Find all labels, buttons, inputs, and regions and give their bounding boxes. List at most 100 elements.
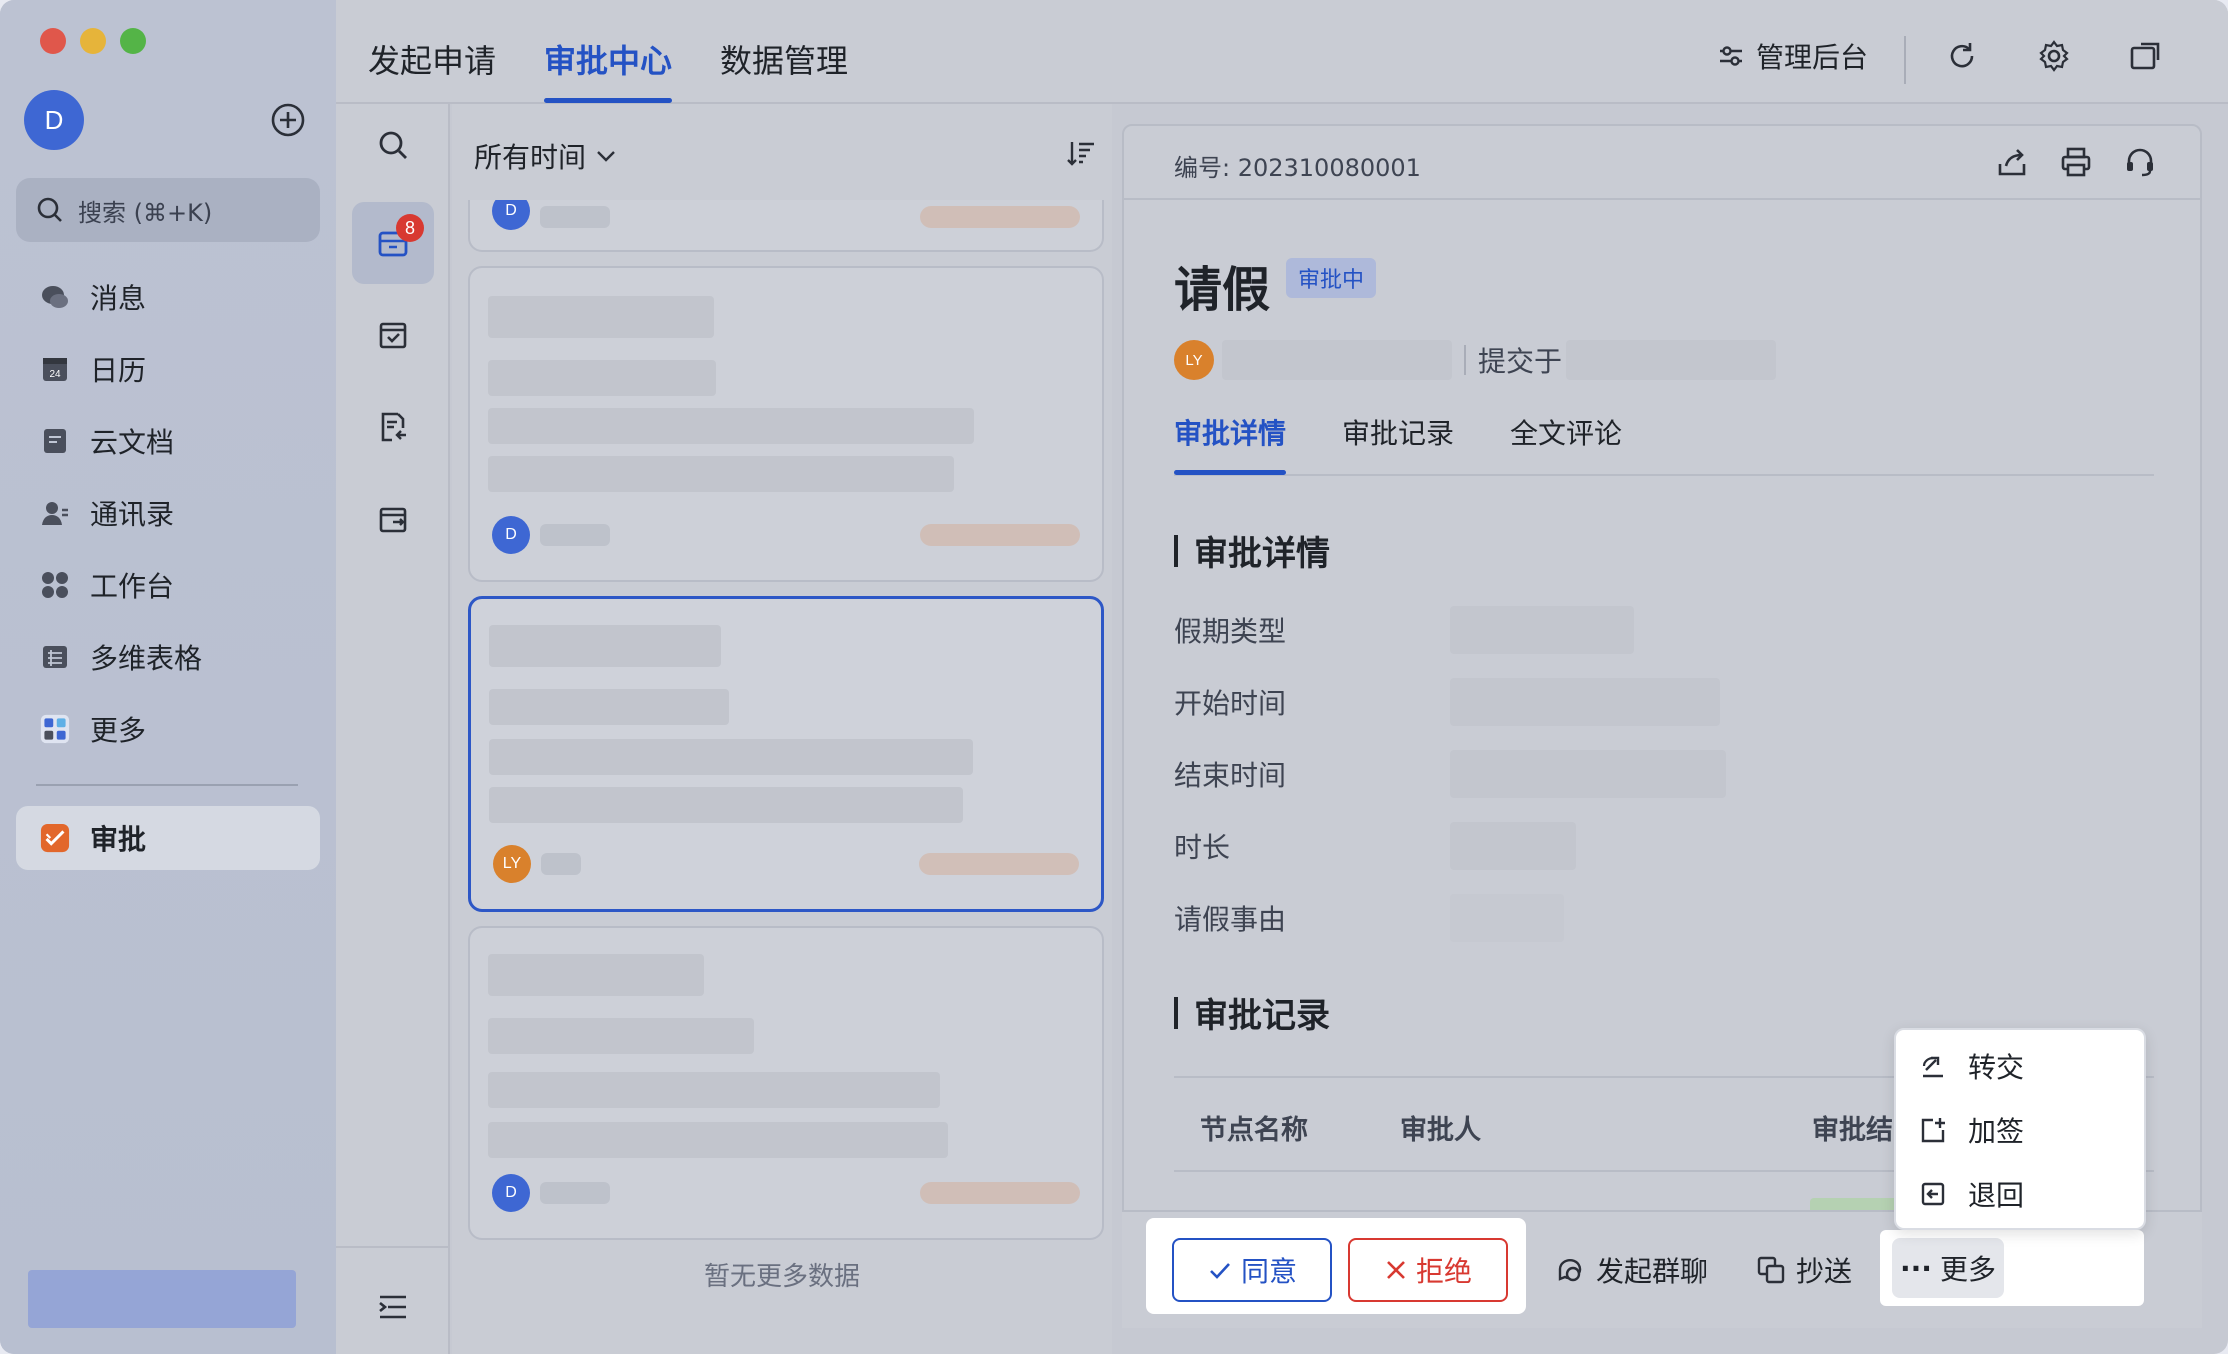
sidebar-item-label: 多维表格 (90, 642, 203, 675)
approval-list: 所有时间 D D LY D 暂无更多数据 (452, 104, 1112, 1354)
sidebar-item-approval[interactable]: 审批 (16, 806, 320, 870)
print-icon[interactable] (2058, 144, 2094, 180)
add-icon[interactable] (270, 102, 306, 138)
menu-item-add-signer[interactable]: 加签 (1896, 1100, 2144, 1160)
global-search[interactable]: 搜索 (⌘+K) (16, 178, 320, 242)
tab-approval-detail[interactable]: 审批详情 (1174, 412, 1286, 452)
active-detail-tab-indicator (1174, 470, 1286, 475)
rail-search-button[interactable] (352, 104, 434, 186)
cc-label: 抄送 (1796, 1255, 1853, 1288)
contacts-icon (40, 498, 70, 528)
table-header-approver: 审批人 (1400, 1115, 1481, 1146)
card-line-placeholder (489, 787, 963, 823)
submitted-at-label: 提交于 (1478, 345, 1563, 378)
sidebar-item-calendar[interactable]: 24 日历 (16, 338, 320, 400)
list-item-selected[interactable]: LY (468, 596, 1104, 912)
card-submitter-placeholder (540, 206, 610, 228)
approval-title: 请假 (1174, 262, 1271, 318)
close-window-button[interactable] (40, 28, 66, 54)
admin-console-label: 管理后台 (1756, 41, 1869, 74)
submitter-row: LY 提交于 (1174, 338, 1777, 382)
tab-approval-center[interactable]: 审批中心 (544, 36, 672, 82)
transfer-icon (1918, 1051, 1948, 1081)
chevron-down-icon (597, 151, 615, 162)
menu-item-transfer[interactable]: 转交 (1896, 1036, 2144, 1096)
sort-icon[interactable] (1066, 138, 1096, 172)
list-item[interactable]: D (468, 266, 1104, 582)
settings-gear-icon[interactable] (2036, 38, 2072, 74)
submitted-time-placeholder (1566, 340, 1777, 380)
app-window: D 搜索 (⌘+K) 消息 24 日历 云文档 通讯录 工作台 多维表格 更多 … (0, 0, 2228, 1354)
start-group-chat-button[interactable]: 发起群聊 (1556, 1250, 1708, 1290)
sidebar-item-label: 更多 (90, 714, 147, 747)
group-chat-label: 发起群聊 (1596, 1255, 1709, 1288)
card-avatar: D (492, 516, 530, 554)
active-tab-indicator (544, 98, 672, 103)
card-line-placeholder (489, 739, 973, 775)
share-icon[interactable] (1994, 144, 2030, 180)
submitter-avatar: LY (1174, 340, 1214, 380)
sidebar-item-messages[interactable]: 消息 (16, 266, 320, 328)
admin-console-button[interactable]: 管理后台 (1716, 36, 1868, 76)
sidebar-item-base[interactable]: 多维表格 (16, 626, 320, 688)
tab-data-management[interactable]: 数据管理 (720, 36, 848, 82)
table-header-node: 节点名称 (1200, 1115, 1308, 1146)
approval-number: 编号: 202310080001 (1174, 154, 1421, 182)
no-more-data-text: 暂无更多数据 (703, 1262, 860, 1292)
sidebar-item-label: 通讯录 (90, 498, 175, 531)
section-title-detail: 审批详情 (1174, 526, 1330, 575)
zoom-window-button[interactable] (120, 28, 146, 54)
sliders-icon (1720, 46, 1742, 66)
agree-label: 同意 (1240, 1255, 1297, 1288)
field-label-leave-type: 假期类型 (1174, 615, 1287, 648)
list-item[interactable]: D (468, 200, 1104, 252)
detail-header: 编号: 202310080001 (1124, 126, 2200, 200)
tab-comments[interactable]: 全文评论 (1510, 412, 1622, 452)
add-signer-icon (1918, 1115, 1948, 1145)
rail-collapse-button[interactable] (352, 1266, 434, 1348)
sidebar-item-label: 工作台 (90, 570, 175, 603)
ellipsis-icon: ··· (1900, 1251, 1932, 1285)
rail-pending-button[interactable]: 8 (352, 202, 434, 284)
sidebar-item-more[interactable]: 更多 (16, 698, 320, 760)
section-title-text: 审批记录 (1194, 996, 1330, 1036)
sidebar-item-label: 日历 (90, 354, 147, 387)
tab-submit-request[interactable]: 发起申请 (368, 36, 496, 82)
card-avatar: D (492, 1174, 530, 1212)
time-filter-dropdown[interactable]: 所有时间 (474, 136, 618, 176)
tab-approval-record[interactable]: 审批记录 (1342, 412, 1454, 452)
rail-submitted-button[interactable] (352, 386, 434, 468)
field-value-placeholder (1450, 822, 1576, 870)
approval-icon (40, 823, 70, 853)
refresh-icon[interactable] (1944, 38, 1980, 74)
more-button[interactable]: ··· 更多 (1892, 1238, 2004, 1298)
apps-icon (40, 570, 70, 600)
agree-button[interactable]: 同意 (1172, 1238, 1332, 1302)
card-title-placeholder (489, 625, 721, 667)
card-date-placeholder (919, 853, 1079, 875)
rail-done-button[interactable] (352, 294, 434, 376)
sidebar-footer-banner (28, 1270, 296, 1328)
sidebar-item-label: 审批 (90, 823, 147, 856)
minimize-window-button[interactable] (80, 28, 106, 54)
calendar-icon: 24 (40, 354, 70, 384)
reject-button[interactable]: 拒绝 (1348, 1238, 1508, 1302)
cc-button[interactable]: 抄送 (1756, 1250, 1852, 1290)
new-window-icon[interactable] (2128, 38, 2164, 74)
top-navigation: 发起申请 审批中心 数据管理 管理后台 (336, 0, 2228, 104)
copy-icon (1757, 1256, 1785, 1284)
sidebar-item-workplace[interactable]: 工作台 (16, 554, 320, 616)
field-label-reason: 请假事由 (1174, 903, 1287, 936)
more-label: 更多 (1939, 1253, 1996, 1286)
sidebar-item-contacts[interactable]: 通讯录 (16, 482, 320, 544)
rail-cc-button[interactable] (352, 478, 434, 560)
time-filter-label: 所有时间 (474, 141, 587, 174)
support-headset-icon[interactable] (2122, 144, 2158, 180)
list-item[interactable]: D (468, 926, 1104, 1240)
menu-item-return[interactable]: 退回 (1896, 1164, 2144, 1224)
user-avatar[interactable]: D (24, 90, 84, 150)
sidebar-item-docs[interactable]: 云文档 (16, 410, 320, 472)
sidebar-divider (36, 784, 298, 786)
sidebar: D 搜索 (⌘+K) 消息 24 日历 云文档 通讯录 工作台 多维表格 更多 … (0, 0, 336, 1354)
field-value-placeholder (1450, 750, 1726, 798)
